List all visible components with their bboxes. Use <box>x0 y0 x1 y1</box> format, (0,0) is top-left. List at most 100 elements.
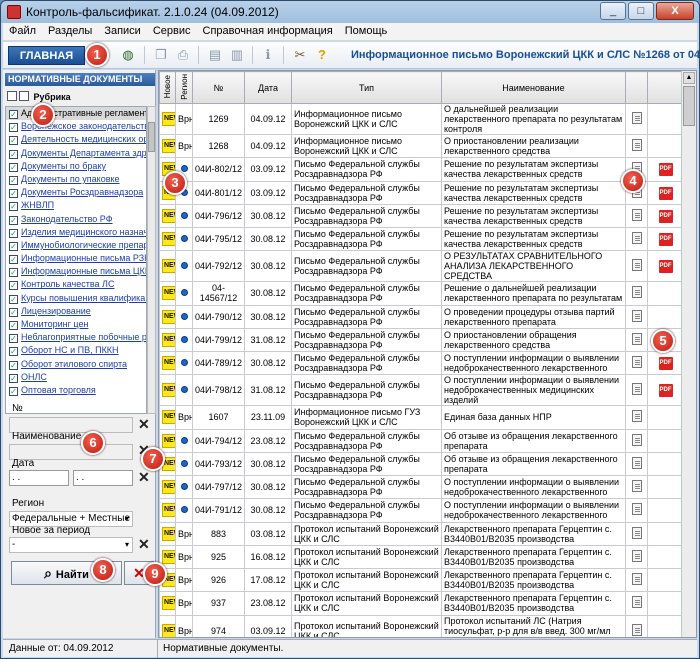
pdf-icon[interactable]: PDF <box>658 186 673 200</box>
table-row[interactable]: NEWВрн92617.08.12Протокол испытаний Воро… <box>159 567 684 593</box>
rubric-item[interactable]: ✓ Оптовая торговля <box>6 384 146 397</box>
rubric-item[interactable]: ✓ Документы по упаковке <box>6 173 146 186</box>
rubric-item[interactable]: ✓ Курсы повышения квалификации <box>6 292 146 305</box>
date-clear-button[interactable]: ✕ <box>138 470 150 484</box>
new-period-clear-button[interactable]: ✕ <box>138 537 150 551</box>
document-icon[interactable] <box>631 573 642 586</box>
document-icon[interactable] <box>631 549 642 562</box>
menu-sections[interactable]: Разделы <box>42 23 98 39</box>
rubric-checkbox[interactable]: ✓ <box>9 228 18 238</box>
uncheck-all-icon[interactable] <box>19 91 29 101</box>
col-doc[interactable] <box>625 71 648 104</box>
rubric-checkbox[interactable]: ✓ <box>9 373 18 383</box>
copy-icon[interactable]: ❐ <box>153 47 169 63</box>
scroll-up-icon[interactable]: ▲ <box>683 72 695 84</box>
move-right-icon[interactable]: ▥ <box>229 47 245 63</box>
col-pdf[interactable] <box>647 71 684 104</box>
table-row[interactable]: NEW 04И-798/1231.08.12Письмо Федеральной … <box>159 374 684 407</box>
table-row[interactable]: NEW 04И-789/1230.08.12Письмо Федеральной … <box>159 350 684 376</box>
rubric-item[interactable]: ✓ Воронежское законодательство <box>6 120 146 133</box>
table-row[interactable]: NEWВрн88303.08.12Протокол испытаний Воро… <box>159 521 684 546</box>
rubric-checkbox[interactable]: ✓ <box>9 123 18 133</box>
pdf-icon[interactable]: PDF <box>658 357 673 371</box>
document-icon[interactable] <box>631 480 642 493</box>
pdf-icon[interactable]: PDF <box>658 260 673 274</box>
document-icon[interactable] <box>631 456 642 469</box>
document-icon[interactable] <box>631 356 642 369</box>
rubric-checkbox[interactable]: ✓ <box>9 334 18 344</box>
check-all-icon[interactable] <box>7 91 17 101</box>
table-row[interactable]: NEW 04И-794/1223.08.12Письмо Федеральной … <box>159 428 684 453</box>
print-icon[interactable]: ⎙ <box>175 47 191 63</box>
rubric-item[interactable]: ✓ Информационные письма РЗН <box>6 252 146 265</box>
rubric-item[interactable]: ✓Неблагоприятные побочные реакции <box>6 331 146 344</box>
date-from-field[interactable]: . . <box>9 470 69 486</box>
rubric-checkbox[interactable]: ✓ <box>9 189 18 199</box>
rubric-checkbox[interactable]: ✓ <box>9 347 18 357</box>
rubric-item[interactable]: ✓ Документы Росздравнадзора <box>6 186 146 199</box>
document-icon[interactable] <box>631 112 642 124</box>
table-row[interactable]: NEW04И-802/1203.09.12Письмо Федеральной … <box>159 157 684 182</box>
main-button[interactable]: ГЛАВНАЯ <box>8 46 85 65</box>
col-name[interactable]: Наименование <box>441 71 626 104</box>
rubric-item[interactable]: ✓ ОНЛС <box>6 371 146 384</box>
rubric-checkbox[interactable]: ✓ <box>9 162 18 172</box>
rubric-item[interactable]: ✓ Контроль качества ЛС <box>6 278 146 291</box>
globe-icon[interactable]: ◍ <box>120 47 136 63</box>
minimize-button[interactable]: _ <box>600 2 626 20</box>
rubric-checkbox[interactable]: ✓ <box>9 241 18 251</box>
date-to-field[interactable]: . . <box>73 470 133 486</box>
table-row[interactable]: NEW04И-801/1203.09.12Письмо Федеральной … <box>159 180 684 205</box>
rubric-item[interactable]: ✓ Законодательство РФ <box>6 213 146 226</box>
rubric-checkbox[interactable]: ✓ <box>9 175 18 185</box>
rubric-item[interactable]: ✓ Документы по браку <box>6 160 146 173</box>
rubric-item[interactable]: ✓ Лицензирование <box>6 305 146 318</box>
document-icon[interactable] <box>631 309 642 322</box>
pdf-icon[interactable]: PDF <box>658 163 673 177</box>
pdf-icon[interactable]: PDF <box>658 384 673 398</box>
rubric-item[interactable]: ✓Иммунобиологические препараты <box>6 239 146 252</box>
rubric-checkbox[interactable]: ✓ <box>9 215 18 225</box>
pdf-icon[interactable]: PDF <box>658 233 673 247</box>
menu-service[interactable]: Сервис <box>147 23 197 39</box>
grid-scrollbar[interactable]: ▲ <box>681 71 696 637</box>
rubric-item[interactable]: ✓ Оборот НС и ПВ, ПККН <box>6 344 146 357</box>
move-left-icon[interactable]: ▤ <box>207 47 223 63</box>
document-icon[interactable] <box>631 208 642 221</box>
maximize-button[interactable]: □ <box>628 2 654 20</box>
table-row[interactable]: NEW 04И-791/1230.08.12Письмо Федеральной … <box>159 498 684 523</box>
rubric-checkbox[interactable]: ✓ <box>9 255 18 265</box>
menu-reference[interactable]: Справочная информация <box>197 23 339 39</box>
chevron-down-icon[interactable]: ▾ <box>125 538 129 552</box>
info-icon[interactable]: ℹ <box>260 47 276 63</box>
close-button[interactable]: X <box>656 2 694 20</box>
rubric-item[interactable]: ✓ Оборот этилового спирта <box>6 358 146 371</box>
table-row[interactable]: NEWВрн97403.09.12Протокол испытаний Воро… <box>159 614 684 637</box>
table-row[interactable]: NEWВрн93723.08.12Протокол испытаний Воро… <box>159 591 684 616</box>
table-row[interactable]: NEW04И-793/1230.08.12Письмо Федеральной … <box>159 451 684 477</box>
col-number[interactable]: № <box>192 71 245 104</box>
rubric-checkbox[interactable]: ✓ <box>9 386 18 396</box>
table-row[interactable]: NEWВрн126804.09.12Информационное письмо … <box>159 133 684 159</box>
document-icon[interactable] <box>631 596 642 609</box>
menu-help[interactable]: Помощь <box>339 23 394 39</box>
rubric-checkbox[interactable]: ✓ <box>9 281 18 291</box>
rubric-item[interactable]: ✓ Информационные письма ЦКК <box>6 265 146 278</box>
rubric-item[interactable]: ✓Деятельность медицинских организаций <box>6 133 146 146</box>
rubric-checkbox[interactable]: ✓ <box>9 307 18 317</box>
table-row[interactable]: NEW 04И-799/1231.08.12Письмо Федеральной … <box>159 327 684 353</box>
document-icon[interactable] <box>631 286 642 299</box>
col-region[interactable]: Регион <box>175 71 193 104</box>
scroll-thumb[interactable] <box>683 86 695 126</box>
table-row[interactable]: NEW 04И-790/1230.08.12Письмо Федеральной … <box>159 304 684 329</box>
document-icon[interactable] <box>631 433 642 446</box>
document-icon[interactable] <box>631 623 642 636</box>
rubric-checkbox[interactable]: ✓ <box>9 268 18 278</box>
col-new[interactable]: Новое <box>159 71 176 104</box>
table-row[interactable]: NEW 04-14567/1230.08.12Письмо Федеральной… <box>159 281 684 306</box>
table-row[interactable]: NEWВрн92516.08.12Протокол испытаний Воро… <box>159 544 684 570</box>
document-icon[interactable] <box>631 526 642 539</box>
rubric-scrollbar[interactable] <box>147 106 156 414</box>
document-icon[interactable] <box>631 332 642 345</box>
rubric-checkbox[interactable]: ✓ <box>9 202 18 212</box>
